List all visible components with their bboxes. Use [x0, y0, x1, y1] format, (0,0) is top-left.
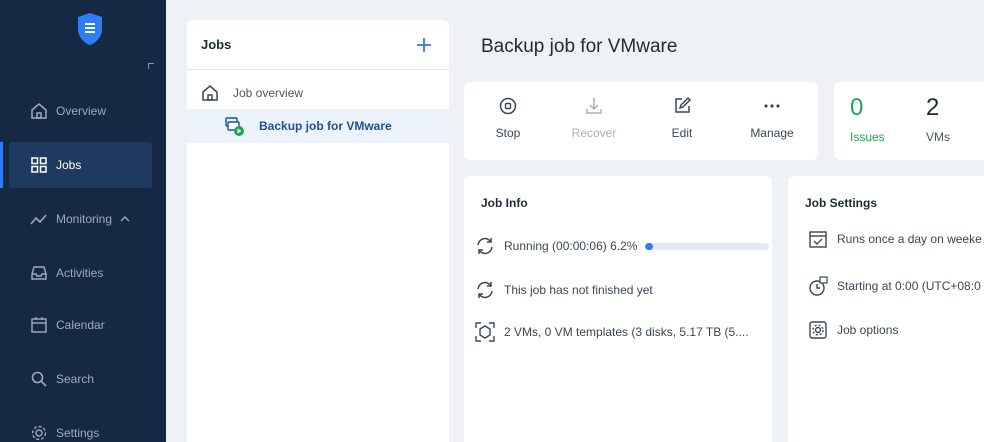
sidebar: Overview Jobs Monitoring Activities Cale… — [0, 0, 166, 442]
calendar-icon — [31, 317, 47, 333]
sidebar-item-label: Overview — [56, 104, 107, 118]
sidebar-item-label: Monitoring — [56, 212, 113, 226]
home-icon — [202, 85, 218, 101]
sidebar-item-activities[interactable]: Activities — [9, 250, 152, 296]
issues-count: 0 — [850, 94, 864, 121]
sidebar-item-label: Search — [56, 372, 95, 386]
sidebar-item-label: Calendar — [56, 318, 105, 332]
progress-bar — [645, 242, 770, 250]
search-icon — [31, 371, 47, 387]
download-icon — [586, 98, 602, 114]
stop-button[interactable]: Stop — [476, 96, 540, 140]
tree-item-label: Backup job for VMware — [259, 119, 392, 133]
sync-icon — [477, 237, 493, 255]
sidebar-item-label: Activities — [56, 266, 104, 280]
job-stats: 0 Issues 2 VMs — [834, 82, 984, 160]
sidebar-item-settings[interactable]: Settings — [9, 410, 152, 442]
sidebar-item-monitoring[interactable]: Monitoring — [9, 196, 152, 242]
recover-button[interactable]: Recover — [562, 96, 626, 140]
vms-label: VMs — [926, 130, 950, 144]
start-time-row: Starting at 0:00 (UTC+08:0 — [807, 275, 981, 297]
schedule-row: Runs once a day on weeke — [807, 228, 982, 250]
running-text: Running (00:00:06) 6.2% — [504, 239, 638, 253]
sidebar-item-calendar[interactable]: Calendar — [9, 302, 152, 348]
running-status: Running (00:00:06) 6.2% — [474, 235, 770, 257]
tree-item-selected-job[interactable]: Backup job for VMware — [187, 109, 449, 143]
jobs-panel-title: Jobs — [201, 37, 232, 52]
edit-icon — [675, 96, 692, 113]
vm-scan-icon — [475, 322, 495, 342]
job-options-link[interactable]: Job options — [837, 323, 898, 337]
manage-label: Manage — [750, 126, 794, 140]
stop-label: Stop — [495, 126, 521, 140]
page-title: Backup job for VMware — [481, 36, 678, 57]
sidebar-item-jobs[interactable]: Jobs — [0, 142, 152, 188]
start-time-text: Starting at 0:00 (UTC+08:0 — [837, 279, 981, 293]
issues-label: Issues — [850, 130, 885, 144]
edit-label: Edit — [671, 126, 693, 140]
shield-logo-icon[interactable] — [77, 12, 103, 46]
job-settings-title: Job Settings — [805, 196, 878, 210]
edit-button[interactable]: Edit — [650, 96, 714, 140]
vm-summary[interactable]: 2 VMs, 0 VM templates (3 disks, 5.17 TB … — [474, 321, 749, 343]
inbox-icon — [31, 266, 47, 280]
tree-item-job-overview[interactable]: Job overview — [201, 84, 303, 102]
schedule-text: Runs once a day on weeke — [837, 232, 982, 246]
jobs-panel: Jobs Job overview Backup job for VMware — [187, 20, 449, 442]
job-options-row[interactable]: Job options — [807, 319, 898, 341]
job-info-card: Job Info Running (00:00:06) 6.2% This jo… — [464, 176, 772, 442]
jobs-panel-header: Jobs — [187, 20, 449, 70]
sync-icon — [477, 281, 493, 299]
job-info-title: Job Info — [481, 196, 528, 210]
vms-stat[interactable]: 2 VMs — [926, 94, 950, 144]
more-dots-icon — [764, 104, 780, 108]
sidebar-item-overview[interactable]: Overview — [9, 88, 152, 134]
home-icon — [31, 103, 47, 119]
tree-item-label: Job overview — [233, 86, 304, 100]
add-job-button[interactable] — [415, 36, 433, 54]
sidebar-item-label: Settings — [56, 426, 100, 440]
manage-button[interactable]: Manage — [740, 96, 804, 140]
gear-icon — [31, 425, 47, 441]
vm-summary-text: 2 VMs, 0 VM templates (3 disks, 5.17 TB … — [504, 325, 749, 339]
collapse-sidebar-icon[interactable] — [148, 63, 154, 69]
sidebar-item-search[interactable]: Search — [9, 356, 152, 402]
issues-stat[interactable]: 0 Issues — [850, 94, 885, 144]
sidebar-item-label: Jobs — [56, 158, 82, 172]
progress-fill — [645, 242, 654, 250]
recover-label: Recover — [571, 126, 617, 140]
finish-text: This job has not finished yet — [504, 283, 653, 297]
clock-icon — [809, 276, 828, 296]
vms-count: 2 — [926, 94, 940, 121]
job-toolbar: Stop Recover Edit Manage — [464, 82, 818, 160]
chevron-up-icon[interactable] — [120, 214, 130, 224]
trend-icon — [30, 214, 47, 225]
settings-gear-icon — [809, 321, 827, 339]
grid-icon — [31, 157, 47, 173]
calendar-check-icon — [809, 231, 827, 248]
finish-status: This job has not finished yet — [474, 279, 653, 301]
vmware-backup-job-icon — [225, 117, 244, 136]
stop-icon — [499, 97, 517, 115]
job-settings-card: Job Settings Runs once a day on weeke St… — [788, 176, 984, 442]
